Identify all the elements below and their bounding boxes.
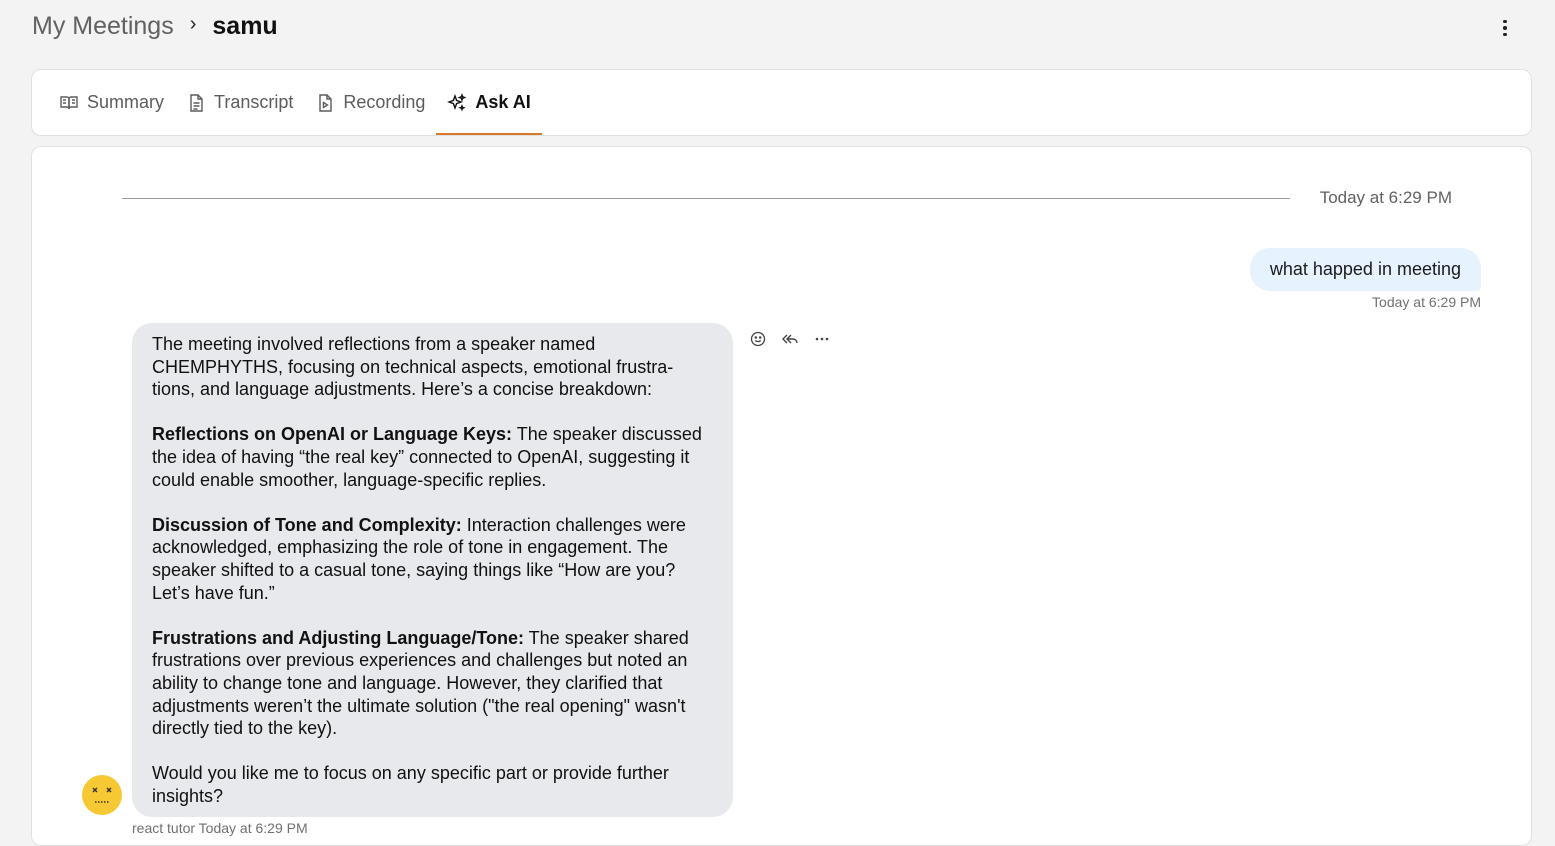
breadcrumb: My Meetings › samu [32, 12, 278, 41]
ai-message-bubble[interactable]: The meeting involved reflections from a … [132, 323, 733, 818]
user-message-timestamp: Today at 6:29 PM [1372, 294, 1481, 310]
tab-recording-label: Recording [343, 92, 426, 112]
ai-message-section: Frustrations and Adjusting Language/Tone… [152, 627, 713, 740]
chat-panel: Today at 6:29 PM what happed in meeting … [31, 146, 1532, 846]
message-actions [748, 329, 832, 349]
tab-recording[interactable]: Recording [304, 70, 436, 135]
tabs-card: Summary Transcript Recording Ask AI [31, 69, 1532, 136]
user-message-bubble[interactable]: what happed in meeting [1249, 248, 1481, 291]
ai-message-intro: The meeting involved reflections from a … [152, 334, 674, 400]
video-file-icon [319, 93, 333, 112]
section-heading: Discussion of Tone and Complexity: [152, 514, 462, 535]
tab-ask-ai[interactable]: Ask AI [436, 70, 543, 135]
tab-ask-ai-label: Ask AI [475, 92, 531, 112]
tab-transcript-label: Transcript [214, 92, 294, 112]
divider-line [122, 198, 1290, 199]
date-divider: Today at 6:29 PM [122, 187, 1452, 211]
tab-transcript[interactable]: Transcript [175, 70, 304, 135]
document-text-icon [190, 93, 203, 112]
divider-timestamp: Today at 6:29 PM [1319, 188, 1452, 207]
more-options-icon[interactable] [1493, 16, 1517, 40]
avatar [82, 775, 122, 815]
sparkle-icon [447, 92, 467, 112]
section-heading: Reflections on OpenAI or Language Keys: [152, 424, 513, 445]
top-bar: My Meetings › samu [0, 0, 1555, 58]
ai-message-closing: Would you like me to focus on any specif… [152, 763, 669, 806]
more-horizontal-icon[interactable] [812, 329, 832, 349]
ai-message-section: Discussion of Tone and Complexity: Inter… [152, 514, 713, 604]
dizzy-face-icon [92, 787, 112, 803]
tab-bar: Summary Transcript Recording Ask AI [32, 70, 1531, 135]
section-heading: Frustrations and Adjusting Language/Tone… [152, 627, 524, 648]
reply-all-icon[interactable] [780, 329, 800, 349]
chevron-right-icon: › [189, 13, 197, 35]
ai-message-section: Reflections on OpenAI or Language Keys: … [152, 423, 713, 491]
breadcrumb-my-meetings[interactable]: My Meetings [32, 12, 174, 41]
tab-summary-label: Summary [87, 92, 165, 112]
emoji-react-icon[interactable] [748, 329, 768, 349]
page-title: samu [212, 12, 278, 40]
book-open-icon [60, 95, 78, 109]
tab-summary[interactable]: Summary [48, 70, 175, 135]
